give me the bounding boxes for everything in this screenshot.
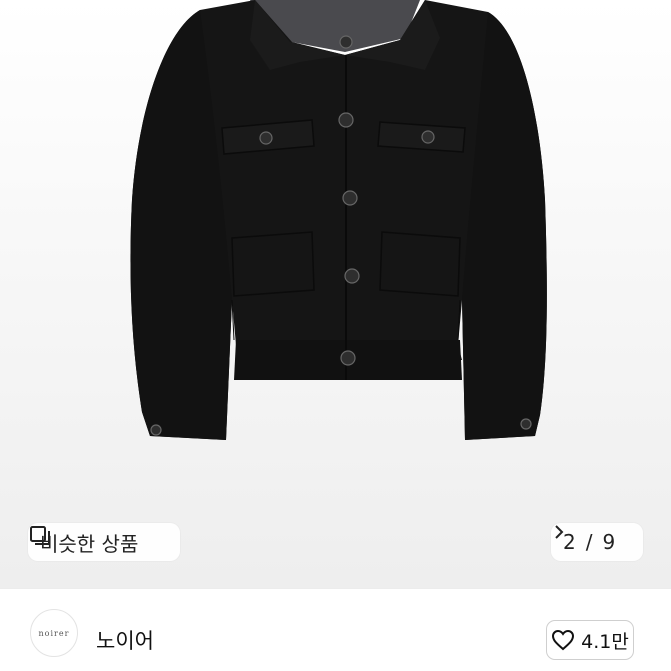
product-image-carousel[interactable]: 비슷한 상품 2 / 9 bbox=[0, 0, 671, 588]
like-count: 4.1만 bbox=[581, 630, 629, 653]
similar-products-label: 비슷한 상품 bbox=[40, 531, 139, 556]
image-counter-button[interactable]: 2 / 9 bbox=[551, 523, 643, 561]
product-image-jacket bbox=[130, 0, 547, 440]
image-counter-separator: / bbox=[585, 530, 593, 554]
seller-avatar[interactable]: noirer bbox=[30, 609, 78, 657]
heart-outline-icon bbox=[552, 629, 575, 651]
image-counter-total: 9 bbox=[602, 530, 616, 554]
seller-avatar-logo: noirer bbox=[38, 628, 70, 638]
seller-bar: noirer 노이어 4.1만 bbox=[0, 588, 671, 671]
similar-items-icon bbox=[30, 526, 50, 545]
seller-name[interactable]: 노이어 bbox=[96, 625, 154, 655]
chevron-right-icon bbox=[555, 525, 564, 539]
like-button[interactable]: 4.1만 bbox=[546, 620, 634, 660]
similar-products-button[interactable]: 비슷한 상품 bbox=[28, 523, 180, 561]
